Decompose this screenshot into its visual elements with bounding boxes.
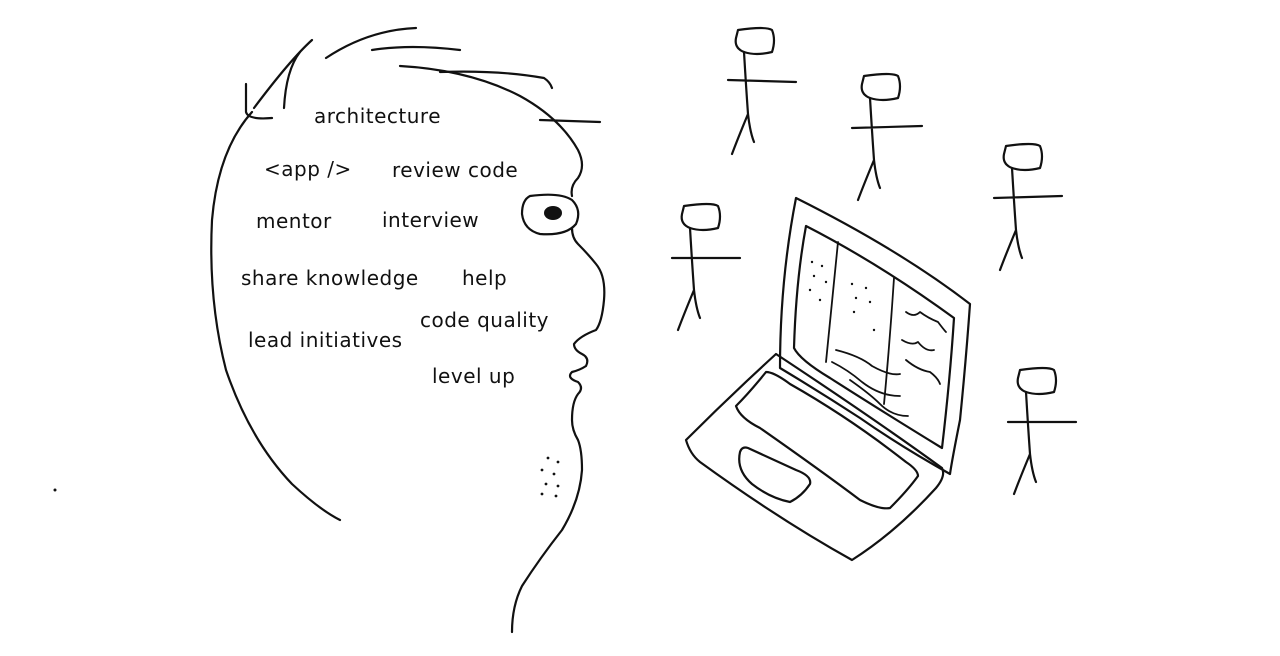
stick-figure (850, 72, 924, 202)
figure-head (680, 202, 722, 232)
face-profile (510, 226, 606, 634)
screen-panel-divider (825, 241, 839, 363)
hair-strand (252, 38, 314, 110)
sketch-canvas (53, 26, 1078, 634)
word-code-quality: code quality (420, 308, 550, 332)
figure-body (850, 96, 924, 202)
figure-body (726, 50, 798, 156)
hair-strand (324, 26, 418, 60)
figure-body (670, 226, 742, 332)
stick-figure (1006, 366, 1078, 496)
word-level-up: level up (432, 364, 516, 388)
word-app-tag: <app /> (264, 157, 352, 181)
laptop-screen (792, 224, 956, 450)
figure-head (860, 72, 902, 102)
screen-panel-divider (883, 277, 895, 405)
stubble-dots (540, 456, 560, 498)
screen-squiggle (901, 339, 935, 352)
word-share-knowledge: share knowledge (241, 266, 419, 290)
figure-body (992, 166, 1064, 272)
laptop-screen-frame (778, 196, 972, 476)
laptop-keyboard (734, 370, 920, 510)
eye-pupil (544, 206, 562, 220)
figure-head (1002, 142, 1044, 172)
figure-body (1006, 390, 1078, 496)
word-mentor: mentor (256, 209, 332, 233)
word-help: help (462, 266, 508, 290)
hair-strand (538, 118, 602, 124)
word-interview: interview (382, 208, 480, 232)
stray-dot (53, 488, 57, 492)
screen-dots (808, 260, 876, 332)
laptop-base (684, 352, 945, 562)
figure-head (1016, 366, 1058, 396)
hair-strand (370, 45, 462, 52)
word-lead-initiatives: lead initiatives (248, 328, 403, 352)
screen-squiggle (905, 359, 941, 385)
word-architecture: architecture (314, 104, 442, 128)
stick-figure (670, 202, 742, 332)
laptop-sketch (684, 196, 972, 562)
word-review-code: review code (392, 158, 519, 182)
figure-head (734, 26, 776, 56)
screen-squiggle (905, 311, 947, 333)
stick-figure (992, 142, 1064, 272)
stick-figure (726, 26, 798, 156)
